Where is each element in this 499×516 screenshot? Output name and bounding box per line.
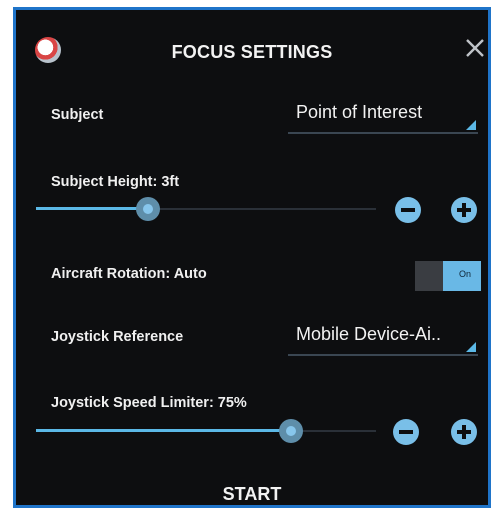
dialog-frame: FOCUS SETTINGS Subject Point of Interest… — [13, 7, 491, 508]
dropdown-triangle-icon — [466, 120, 476, 130]
dropdown-triangle-icon — [466, 342, 476, 352]
slider-thumb[interactable] — [136, 197, 161, 221]
aircraft-rotation-label: Aircraft Rotation: Auto — [51, 266, 207, 282]
subject-dropdown[interactable]: Point of Interest — [288, 98, 478, 134]
joystick-reference-dropdown[interactable]: Mobile Device-Ai.. — [288, 320, 478, 356]
focus-settings-panel: FOCUS SETTINGS Subject Point of Interest… — [16, 10, 488, 505]
slider-fill — [36, 429, 291, 432]
aircraft-rotation-toggle[interactable]: On — [415, 261, 481, 291]
dialog-title: FOCUS SETTINGS — [171, 42, 333, 62]
joystick-speed-decrease-button[interactable] — [393, 419, 419, 445]
slider-fill — [36, 207, 149, 210]
joystick-speed-increase-button[interactable] — [451, 419, 477, 445]
toggle-state-label: On — [458, 269, 471, 279]
joystick-reference-value: Mobile Device-Ai.. — [296, 324, 442, 344]
subject-height-decrease-button[interactable] — [395, 197, 421, 223]
joystick-speed-limiter-slider[interactable] — [36, 419, 376, 443]
subject-height-label: Subject Height: 3ft — [51, 174, 180, 190]
subject-value: Point of Interest — [296, 102, 423, 122]
subject-label: Subject — [51, 107, 104, 123]
joystick-speed-limiter-label: Joystick Speed Limiter: 75% — [51, 395, 247, 411]
joystick-reference-label: Joystick Reference — [51, 329, 184, 345]
slider-thumb[interactable] — [279, 419, 303, 443]
close-icon[interactable] — [464, 37, 486, 59]
subject-height-increase-button[interactable] — [451, 197, 477, 223]
subject-height-slider[interactable] — [36, 197, 376, 221]
start-button[interactable]: START — [16, 484, 488, 505]
